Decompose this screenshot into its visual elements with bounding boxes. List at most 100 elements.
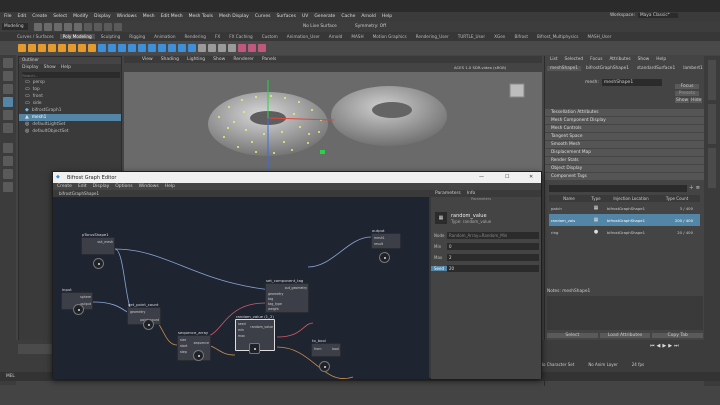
random-node-grid-icon[interactable] [249,343,260,354]
copy-tab-button[interactable]: Copy Tab [652,332,704,338]
anim-layer[interactable]: No Anim Layer [588,362,617,367]
snap-point-icon[interactable] [114,23,122,31]
character-set[interactable]: No Character Set [540,362,574,367]
rotate-tool-icon[interactable] [3,110,13,120]
menu-cache[interactable]: Cache [341,14,355,19]
menu-curves[interactable]: Curves [255,14,271,19]
menu-surfaces[interactable]: Surfaces [276,14,296,19]
section-tangent-space[interactable]: Tangent Space [545,133,704,140]
scale-tool-icon[interactable] [3,123,13,133]
symmetry-toggle[interactable]: Symmetry: Off [355,24,386,29]
menu-edit-mesh[interactable]: Edit Mesh [161,14,183,19]
col-type[interactable]: Type [589,196,603,201]
ae-menu-show[interactable]: Show [635,57,653,62]
multi-cut-icon[interactable] [198,44,206,52]
shelf-tab-rendering[interactable]: Rendering [182,34,209,39]
redo-icon[interactable] [74,23,82,31]
add-tag-icon[interactable]: ＋ [689,186,694,191]
menu-mesh[interactable]: Mesh [143,14,155,19]
go-end-icon[interactable]: ⏭ [674,344,679,349]
menu-windows[interactable]: Windows [117,14,137,19]
extrude-icon[interactable] [148,44,156,52]
poly-sphere-icon[interactable] [18,44,26,52]
ge-menu-display[interactable]: Display [93,184,110,189]
ge-menu-edit[interactable]: Edit [78,184,87,189]
param-min-field[interactable]: 0 [447,243,539,250]
poly-cone-icon[interactable] [48,44,56,52]
vp-menu-view[interactable]: View [142,57,153,62]
step-forward-icon[interactable]: ▶ [668,344,672,349]
outliner-menu-help[interactable]: Help [61,65,71,70]
menu-arnold[interactable]: Arnold [361,14,376,19]
node-to-bool[interactable]: to_bool from bool [311,338,341,357]
ae-tab-lambert1[interactable]: lambert1 [680,66,706,71]
ae-tab-bifrostgraphshape1[interactable]: bifrostGraphShape1 [583,66,632,71]
poly-plane-icon[interactable] [68,44,76,52]
mirror-icon[interactable] [138,44,146,52]
outliner-item-defaultlightset[interactable]: ◎ defaultLightSet [19,121,121,128]
connect-icon[interactable] [218,44,226,52]
minimize-button[interactable]: — [479,174,484,180]
new-scene-icon[interactable] [34,23,42,31]
section-tessellation[interactable]: Tessellation Attributes [545,109,704,116]
vp-menu-lighting[interactable]: Lighting [187,57,205,62]
node-set-component-tag[interactable]: set_component_tag out_geometry geometry … [265,278,309,313]
menu-mesh-tools[interactable]: Mesh Tools [189,14,213,19]
shelf-tab-rendering-user[interactable]: Rendering_User [413,34,452,39]
go-start-icon[interactable]: ⏮ [650,344,655,349]
outliner-item-bifrostgraph1[interactable]: ◆ bifrostGraph1 [19,107,121,114]
close-button[interactable]: ✕ [529,174,533,180]
boolean-icon[interactable] [128,44,136,52]
col-type-count[interactable]: Type Count [659,196,695,201]
poly-disc-icon[interactable] [78,44,86,52]
table-row[interactable]: ring ● bifrostGraphShape1 20 / 400 [549,226,700,238]
poly-torus-icon[interactable] [58,44,66,52]
outliner-menu-display[interactable]: Display [22,65,39,70]
ae-focus-button[interactable]: Focus [675,84,699,89]
paint-select-icon[interactable] [3,84,13,94]
search-tool-icon[interactable] [3,182,13,192]
menu-uv[interactable]: UV [302,14,308,19]
colorspace-label[interactable]: ACES 1.0 SDR-video (sRGB) [454,65,506,70]
select-mode-icon[interactable] [84,23,92,31]
ae-mesh-field[interactable]: meshShape1 [601,79,662,86]
graph-canvas[interactable]: pTorusShape1 out_mesh input sphere outpu… [53,197,429,379]
combine-icon[interactable] [98,44,106,52]
shelf-tab-xgen[interactable]: XGen [491,34,508,39]
save-scene-icon[interactable] [54,23,62,31]
four-layout-icon[interactable] [3,156,13,166]
menu-create[interactable]: Create [32,14,47,19]
section-render-stats[interactable]: Render Stats [545,157,704,164]
col-name[interactable]: Name [549,196,589,201]
planar-map-icon[interactable] [248,44,256,52]
vp-menu-shading[interactable]: Shading [161,57,179,62]
ae-tab-meshshape1[interactable]: meshShape1 [547,66,581,71]
menu-edit[interactable]: Edit [18,14,27,19]
ae-menu-list[interactable]: List [547,57,561,62]
ge-menu-help[interactable]: Help [165,184,175,189]
menu-display[interactable]: Display [94,14,111,19]
dock-tab-tool-settings[interactable] [708,148,716,188]
ge-menu-windows[interactable]: Windows [139,184,159,189]
shelf-tab-animation-user[interactable]: Animation_User [284,34,323,39]
shelf-tab-turtle-user[interactable]: TURTLE_User [455,34,488,39]
shelf-tab-curves-surfaces[interactable]: Curves / Surfaces [14,34,57,39]
params-tab-parameters[interactable]: Parameters [435,191,461,196]
outliner-item-top[interactable]: ▭ top [19,86,121,93]
load-attributes-button[interactable]: Load Attributes [599,332,651,338]
notes-field[interactable] [547,296,703,330]
to-bool-dial-icon[interactable] [319,361,330,372]
shelf-tab-bifrost-multiphysics[interactable]: Bifrost_Multiphysics [534,34,581,39]
menu-generate[interactable]: Generate [314,14,335,19]
poly-cylinder-icon[interactable] [38,44,46,52]
move-tool-icon[interactable] [3,97,13,107]
select-tool-icon[interactable] [3,58,13,68]
view-cube-icon[interactable] [509,83,525,98]
params-tab-info[interactable]: Info [467,191,476,196]
smooth-icon[interactable] [118,44,126,52]
section-mesh-component-display[interactable]: Mesh Component Display [545,117,704,124]
param-node-field[interactable]: Random_Array=Random_Min [447,232,539,239]
menu-select[interactable]: Select [53,14,67,19]
shelf-tab-mash-user[interactable]: MASH_User [584,34,614,39]
shelf-tab-bifrost[interactable]: Bifrost [511,34,531,39]
